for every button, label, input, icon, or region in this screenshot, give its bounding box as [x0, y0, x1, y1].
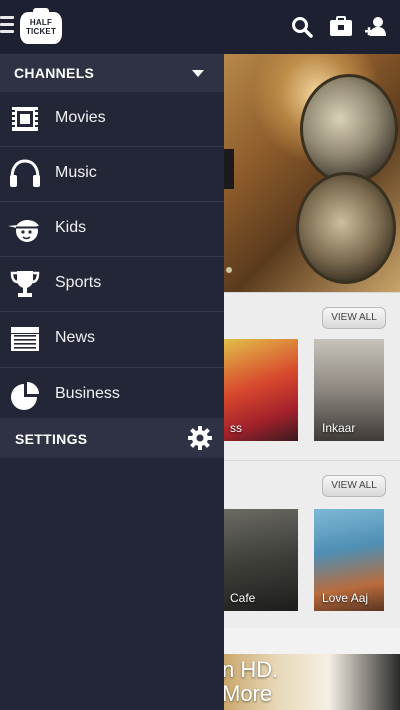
film-icon [12, 107, 38, 131]
poster-title: Cafe [230, 591, 256, 605]
movie-poster[interactable]: Inkaar [314, 339, 384, 441]
drawer-item-music[interactable]: Music [0, 147, 224, 202]
drawer-item-kids[interactable]: Kids [0, 202, 224, 257]
view-all-button[interactable]: VIEW ALL [322, 307, 386, 329]
drawer-item-sports[interactable]: Sports [0, 257, 224, 312]
drawer-item-label: Music [55, 164, 97, 181]
search-icon[interactable] [290, 14, 314, 40]
navigation-drawer: CHANNELS Movies Music Kids Sports News B… [0, 54, 224, 710]
pie-chart-icon [11, 382, 39, 410]
content-section-2: VIEW ALL Cafe Love Aaj [222, 460, 400, 628]
content-section-1: VIEW ALL ss Inkaar [222, 292, 400, 460]
kid-face-icon [8, 220, 39, 242]
movie-poster[interactable]: Love Aaj [314, 509, 384, 611]
briefcase-icon[interactable] [328, 14, 354, 40]
top-bar: HALF TICKET [0, 0, 400, 54]
chevron-down-icon [192, 70, 204, 77]
trophy-icon [10, 271, 40, 297]
newspaper-icon [11, 327, 39, 351]
logo-text-line1: HALF [29, 18, 53, 27]
carousel-indicator [226, 267, 232, 273]
poster-title: Inkaar [322, 421, 356, 435]
user-icon[interactable] [364, 14, 388, 40]
poster-title: Love Aaj [322, 591, 369, 605]
logo-text-line2: TICKET [25, 27, 57, 36]
drawer-item-label: Business [55, 385, 120, 402]
settings-label: SETTINGS [15, 431, 88, 447]
drawer-item-movies[interactable]: Movies [0, 92, 224, 147]
drawer-item-label: News [55, 329, 96, 346]
movie-poster[interactable]: ss [222, 339, 298, 441]
poster-title: ss [230, 421, 242, 435]
movie-poster[interactable]: Cafe [222, 509, 298, 611]
settings-bar[interactable]: SETTINGS [0, 418, 224, 458]
drawer-item-label: Kids [55, 219, 87, 236]
drawer-item-news[interactable]: News [0, 312, 224, 368]
headphones-icon [10, 159, 40, 187]
app-screen: VIEW ALL ss Inkaar VIEW ALL Cafe Love Aa… [0, 0, 400, 710]
home-content: VIEW ALL ss Inkaar VIEW ALL Cafe Love Aa… [222, 54, 400, 710]
view-all-button[interactable]: VIEW ALL [322, 475, 386, 497]
drawer-item-business[interactable]: Business [0, 368, 224, 418]
promo-text: n HD. More [222, 657, 279, 706]
gear-icon[interactable] [188, 426, 212, 450]
channels-label: CHANNELS [14, 65, 95, 81]
promo-banner[interactable]: n HD. More [222, 654, 400, 710]
drawer-item-label: Sports [55, 274, 102, 291]
app-logo[interactable]: HALF TICKET [20, 8, 62, 44]
featured-banner[interactable] [222, 54, 400, 292]
drawer-item-label: Movies [55, 109, 106, 126]
channels-header[interactable]: CHANNELS [0, 54, 224, 92]
hamburger-icon[interactable] [0, 14, 16, 40]
